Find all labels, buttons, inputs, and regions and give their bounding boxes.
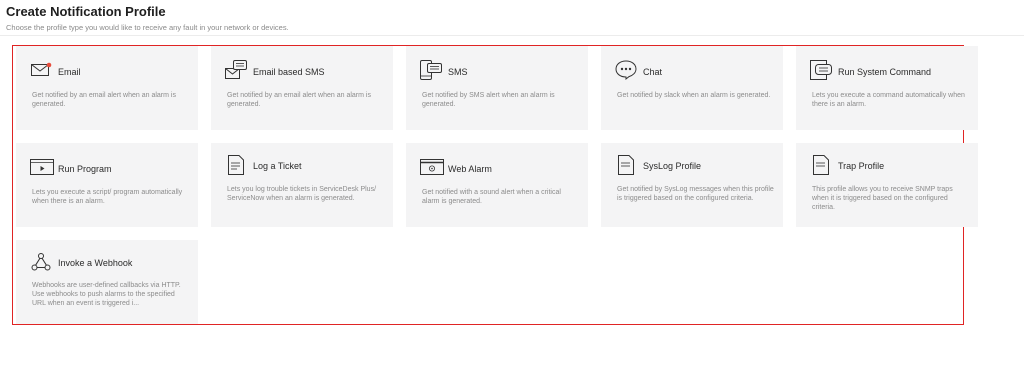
profile-description: Lets you execute a command automatically… xyxy=(812,92,965,108)
profile-description: Lets you execute a script/ program autom… xyxy=(32,189,183,205)
page-subtitle: Choose the profile type you would like t… xyxy=(6,23,289,32)
chat-icon xyxy=(615,60,637,81)
profile-card-trap-profile[interactable]: Trap Profile This profile allows you to … xyxy=(796,143,978,227)
profile-card-sms[interactable]: SMS Get notified by SMS alert when an al… xyxy=(406,46,588,130)
profile-description: Get notified with a sound alert when a c… xyxy=(422,189,561,205)
profile-description: Get notified by slack when an alarm is g… xyxy=(617,92,771,99)
email-icon xyxy=(30,60,52,80)
profile-card-run-system-command[interactable]: Run System Command Lets you execute a co… xyxy=(796,46,978,130)
profile-title: Chat xyxy=(643,67,663,77)
trap-icon xyxy=(810,155,832,175)
profile-card-syslog-profile[interactable]: SysLog Profile Get notified by SysLog me… xyxy=(601,143,783,227)
profile-title: Log a Ticket xyxy=(253,161,302,171)
profile-title: Web Alarm xyxy=(448,164,492,174)
profile-title: Run System Command xyxy=(838,67,932,77)
profile-description: Webhooks are user-defined callbacks via … xyxy=(32,282,181,307)
profile-title: Email xyxy=(58,67,81,77)
profile-title: Invoke a Webhook xyxy=(58,258,133,268)
profile-title: SMS xyxy=(448,67,468,77)
profile-description: Get notified by SMS alert when an alarm … xyxy=(422,92,555,108)
header-divider xyxy=(0,35,1024,36)
profile-card-run-program[interactable]: Run Program Lets you execute a script/ p… xyxy=(16,143,198,227)
profile-card-web-alarm[interactable]: Web Alarm Get notified with a sound aler… xyxy=(406,143,588,227)
profile-title: SysLog Profile xyxy=(643,161,702,171)
web-alarm-icon xyxy=(420,157,444,177)
system-command-icon xyxy=(810,60,832,80)
profile-description: Get notified by an email alert when an a… xyxy=(227,92,371,108)
profile-card-email-based-sms[interactable]: Email based SMS Get notified by an email… xyxy=(211,46,393,130)
profile-title: Email based SMS xyxy=(253,67,325,77)
profile-description: Get notified by SysLog messages when thi… xyxy=(617,186,774,202)
sms-icon xyxy=(420,60,442,80)
profile-card-invoke-webhook[interactable]: Invoke a Webhook Webhooks are user-defin… xyxy=(16,240,198,324)
page-title: Create Notification Profile xyxy=(6,4,166,19)
webhook-icon xyxy=(30,252,52,272)
profile-card-chat[interactable]: Chat Get notified by slack when an alarm… xyxy=(601,46,783,130)
profile-title: Trap Profile xyxy=(838,161,885,171)
profile-description: This profile allows you to receive SNMP … xyxy=(812,186,953,211)
run-program-icon xyxy=(30,157,54,177)
email-sms-icon xyxy=(225,60,247,80)
profile-description: Lets you log trouble tickets in ServiceD… xyxy=(227,186,377,202)
profile-title: Run Program xyxy=(58,164,112,174)
profile-description: Get notified by an email alert when an a… xyxy=(32,92,176,108)
profile-card-email[interactable]: Email Get notified by an email alert whe… xyxy=(16,46,198,130)
ticket-icon xyxy=(225,155,247,175)
syslog-icon xyxy=(615,155,637,175)
profile-card-log-a-ticket[interactable]: Log a Ticket Lets you log trouble ticket… xyxy=(211,143,393,227)
